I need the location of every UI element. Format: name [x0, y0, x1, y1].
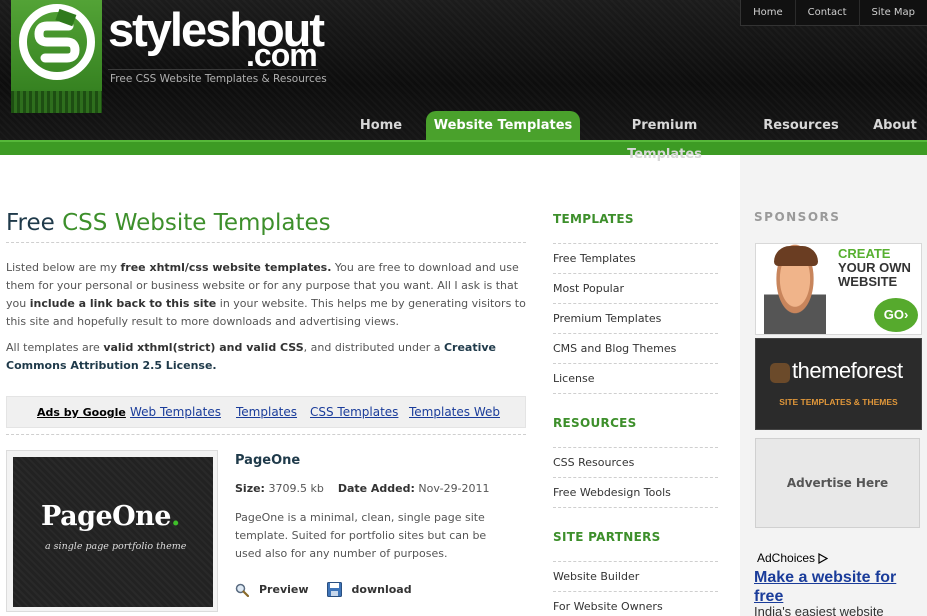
text-ad-headline[interactable]: Make a website for free — [754, 568, 924, 606]
content-divider — [6, 434, 526, 435]
sponsor-ad-person-hair — [774, 246, 818, 266]
sidebar-item-license[interactable]: License — [553, 364, 718, 394]
thumbnail-title-dot: . — [170, 501, 180, 532]
license-text-1: All templates are — [6, 341, 104, 354]
ad-link-web-templates[interactable]: Web Templates — [130, 405, 221, 419]
top-link-home[interactable]: Home — [741, 0, 795, 26]
nav-accent-bar — [0, 140, 927, 155]
floppy-disk-icon — [326, 582, 342, 597]
sponsor-ad-line-1: CREATE — [838, 246, 891, 261]
styleshout-logo-icon — [19, 4, 95, 80]
nav-website-templates[interactable]: Website Templates — [426, 111, 580, 140]
page-title-prefix: Free — [6, 210, 55, 236]
themeforest-subtitle: SITE TEMPLATES & THEMES — [779, 397, 898, 407]
intro-bold-1: free xhtml/css website templates. — [120, 261, 332, 274]
sponsor-ad-go-button[interactable]: GO› — [874, 298, 918, 332]
download-label: download — [351, 583, 412, 596]
sponsor-ad-themeforest[interactable]: themeforest SITE TEMPLATES & THEMES — [755, 338, 922, 430]
template-description: PageOne is a minimal, clean, single page… — [235, 511, 487, 560]
adchoices-label[interactable]: AdChoices — [757, 551, 829, 565]
sidebar-item-most-popular[interactable]: Most Popular — [553, 274, 718, 304]
site-tagline: Free CSS Website Templates & Resources — [110, 73, 327, 85]
sidebar-item-cms-blog-themes[interactable]: CMS and Blog Themes — [553, 334, 718, 364]
nav-premium-templates[interactable]: Premium Templates — [593, 111, 736, 162]
thumbnail-subtitle: a single page portfolio theme — [45, 541, 187, 552]
page-title-highlight: CSS Website Templates — [62, 210, 331, 236]
nav-home[interactable]: Home — [350, 111, 412, 140]
sidebar: TEMPLATES Free Templates Most Popular Pr… — [553, 210, 718, 616]
main-content: Free CSS Website Templates Listed below … — [6, 210, 526, 375]
size-value: 3709.5 kb — [268, 482, 324, 495]
tagline-divider — [108, 69, 318, 70]
template-thumbnail[interactable]: PageOne. a single page portfolio theme — [6, 450, 218, 612]
template-meta: Size: 3709.5 kb Date Added: Nov-29-2011 — [235, 482, 490, 495]
intro-text-1: Listed below are my — [6, 261, 121, 274]
preview-label: Preview — [259, 583, 309, 596]
magnifier-icon — [235, 583, 249, 597]
sidebar-item-webdesign-tools[interactable]: Free Webdesign Tools — [553, 478, 718, 508]
main-nav: Home Website Templates Premium Templates… — [0, 111, 927, 162]
sidebar-heading-partners: SITE PARTNERS — [553, 528, 718, 562]
site-logo[interactable] — [11, 0, 102, 113]
date-value: Nov-29-2011 — [418, 482, 490, 495]
license-text-2: , and distributed under a — [303, 341, 444, 354]
adchoices-text: AdChoices — [757, 551, 816, 565]
logo-pattern — [11, 91, 102, 113]
sponsor-ad-line-2: YOUR OWN — [838, 260, 911, 275]
sponsors-heading: SPONSORS — [754, 210, 841, 224]
adchoices-icon — [818, 552, 829, 564]
sidebar-item-css-resources[interactable]: CSS Resources — [553, 448, 718, 478]
size-label: Size: — [235, 482, 265, 495]
themeforest-leaf-icon — [770, 363, 790, 383]
nav-about[interactable]: About — [866, 111, 924, 140]
page-title: Free CSS Website Templates — [6, 210, 526, 243]
ads-by-google-label[interactable]: Ads by Google — [37, 406, 126, 419]
sidebar-item-website-builder[interactable]: Website Builder — [553, 562, 718, 592]
license-paragraph: All templates are valid xthml(strict) an… — [6, 339, 526, 375]
thumbnail-title-text: PageOne — [41, 501, 171, 532]
themeforest-brand: themeforest — [792, 358, 903, 383]
intro-bold-2: include a link back to this site — [29, 297, 217, 310]
nav-resources[interactable]: Resources — [757, 111, 845, 140]
sidebar-item-website-owners[interactable]: For Website Owners — [553, 592, 718, 616]
sidebar-heading-templates: TEMPLATES — [553, 210, 718, 244]
download-link[interactable]: download — [326, 582, 412, 597]
text-ad-subline: India's easiest website — [754, 604, 884, 616]
advertise-here-box[interactable]: Advertise Here — [755, 438, 920, 528]
template-name[interactable]: PageOne — [235, 453, 300, 468]
ad-link-css-templates[interactable]: CSS Templates — [310, 405, 398, 419]
thumbnail-title: PageOne. — [41, 501, 180, 532]
license-bold-1: valid xthml(strict) and valid CSS — [103, 341, 304, 354]
date-label: Date Added: — [337, 482, 415, 495]
sidebar-heading-resources: RESOURCES — [553, 414, 718, 448]
brand-suffix-text: .com — [246, 37, 318, 73]
sponsor-ad-create-text: CREATE YOUR OWN WEBSITE — [838, 247, 911, 289]
top-link-site-map[interactable]: Site Map — [858, 0, 927, 26]
sponsor-ad-line-3: WEBSITE — [838, 274, 898, 289]
sidebar-item-free-templates[interactable]: Free Templates — [553, 244, 718, 274]
ad-link-templates-web[interactable]: Templates Web — [409, 405, 500, 419]
preview-link[interactable]: Preview — [235, 583, 309, 597]
sidebar-item-premium-templates[interactable]: Premium Templates — [553, 304, 718, 334]
google-ads-bar: Ads by Google Web Templates Templates CS… — [6, 396, 526, 428]
ad-link-templates[interactable]: Templates — [236, 405, 297, 419]
template-actions: Preview download — [235, 582, 430, 597]
top-links: Home Contact Site Map — [740, 0, 927, 26]
template-thumbnail-image: PageOne. a single page portfolio theme — [13, 457, 213, 607]
intro-paragraph: Listed below are my free xhtml/css websi… — [6, 259, 526, 331]
top-link-contact[interactable]: Contact — [794, 0, 859, 26]
sponsor-ad-create-website[interactable]: CREATE YOUR OWN WEBSITE GO› — [755, 243, 922, 335]
